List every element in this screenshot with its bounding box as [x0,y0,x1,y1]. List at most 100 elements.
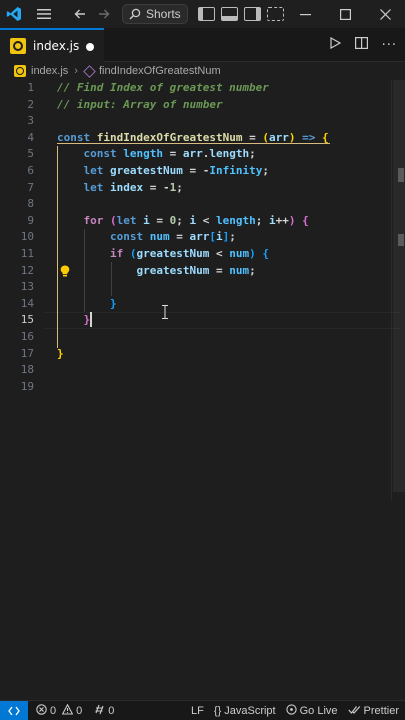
code-line: // Find Index of greatest number [57,80,269,97]
warning-icon [61,703,74,718]
code-token: = - [182,164,210,177]
code-token: length [123,147,163,161]
line-number: 4 [27,130,34,144]
code-token: ; [249,263,256,277]
code-token: ; [176,180,183,194]
indent-guide [84,229,85,312]
code-token: greatestNum [136,263,210,277]
line-number: 7 [27,180,34,194]
code-token: let [116,213,144,227]
toggle-secondary-sidebar-icon[interactable] [244,7,261,21]
vertical-scrollbar[interactable] [391,80,405,500]
line-number: 2 [27,97,34,111]
line-number: 1 [27,81,34,94]
current-line-highlight [44,312,399,329]
go-live-status[interactable]: Go Live [285,704,338,718]
minimize-icon[interactable] [285,0,325,28]
code-line: let index = -1; [57,180,183,197]
unsaved-dot-icon[interactable] [86,43,94,51]
line-number: 13 [20,280,34,294]
lightbulb-icon[interactable] [60,262,70,277]
code-editor[interactable]: 1 2 3 4 5 6 7 8 9 10 11 12 13 14 15 16 17 18 19 // Find In… [0,80,405,700]
code-token: findIndexOfGreatestNum [96,130,243,144]
line-number: 9 [27,213,34,227]
code-token: = [209,263,230,277]
command-center-search[interactable]: Shorts [122,4,188,24]
prettier-status[interactable]: Prettier [347,705,399,718]
split-editor-icon[interactable] [354,37,368,53]
breadcrumb-file[interactable]: index.js [31,65,68,77]
code-token: { [302,213,309,227]
forward-arrow-icon[interactable] [92,0,116,28]
editor-tab-bar: index.js ··· [0,28,405,62]
line-number: 5 [27,147,34,161]
code-token: ) [249,247,256,260]
tab-label: index.js [33,39,80,53]
customize-layout-icon[interactable] [267,7,284,21]
scrollbar-thumb[interactable] [393,80,405,492]
chevron-right-icon: › [74,65,78,77]
eol-status[interactable]: LF [191,705,204,717]
symbol-method-icon [83,64,96,78]
code-token: ( [110,213,117,227]
run-icon[interactable] [329,36,341,53]
code-token: num [229,247,250,260]
back-arrow-icon[interactable] [68,0,92,28]
mouse-ibeam-cursor-icon [162,304,168,319]
remote-indicator-icon[interactable] [0,700,28,720]
indent-guide [111,262,112,296]
problems-status[interactable]: 0 0 [36,703,82,718]
close-icon[interactable] [365,0,405,28]
status-bar: 0 0 0 LF {} JavaScript Go Live Prettier [0,700,405,720]
code-line: } [57,346,64,363]
code-token: = [169,230,190,244]
breadcrumb: index.js › findIndexOfGreatestNum [0,62,405,80]
toggle-panel-icon[interactable] [221,7,238,21]
maximize-icon[interactable] [325,0,365,28]
code-token: = - [143,180,170,194]
code-token: { [321,130,329,144]
tab-index-js[interactable]: index.js [0,28,104,62]
active-indent-guide [57,146,58,348]
more-actions-icon[interactable]: ··· [382,38,397,53]
code-token: i [269,213,276,227]
code-token: ; [262,164,269,177]
title-bar: Shorts [0,0,405,28]
code-token: arr [268,130,289,144]
overview-ruler-mark [398,168,404,182]
toggle-primary-sidebar-icon[interactable] [198,7,215,21]
overview-ruler-mark [398,234,404,246]
code-token: < [209,247,230,260]
code-token: ++ [275,213,289,227]
code-token: num [229,263,250,277]
code-token: i [215,230,223,244]
code-token: let [83,164,110,177]
code-token: // Find Index of greatest number [57,81,269,94]
window-controls [285,0,405,28]
editor-actions: ··· [329,28,397,62]
status-bar-right: LF {} JavaScript Go Live Prettier [191,701,399,720]
code-token: const [83,147,124,161]
language-status[interactable]: {} JavaScript [214,705,276,717]
ports-status[interactable]: 0 [94,704,114,718]
line-number: 16 [20,330,34,343]
code-token: ) [288,213,296,227]
vscode-logo-icon [0,0,28,28]
line-number: 10 [20,230,34,244]
code-token: ; [249,147,256,161]
layout-controls [198,0,284,28]
code-token: ; [176,213,190,227]
line-number: 8 [27,197,34,211]
breadcrumb-symbol[interactable]: findIndexOfGreatestNum [99,65,221,77]
code-token: Infinity [209,164,263,177]
ports-icon [94,704,105,718]
menu-icon[interactable] [32,0,56,28]
javascript-file-icon [14,65,26,77]
code-token: ; [229,230,236,244]
line-number: 6 [27,164,34,177]
